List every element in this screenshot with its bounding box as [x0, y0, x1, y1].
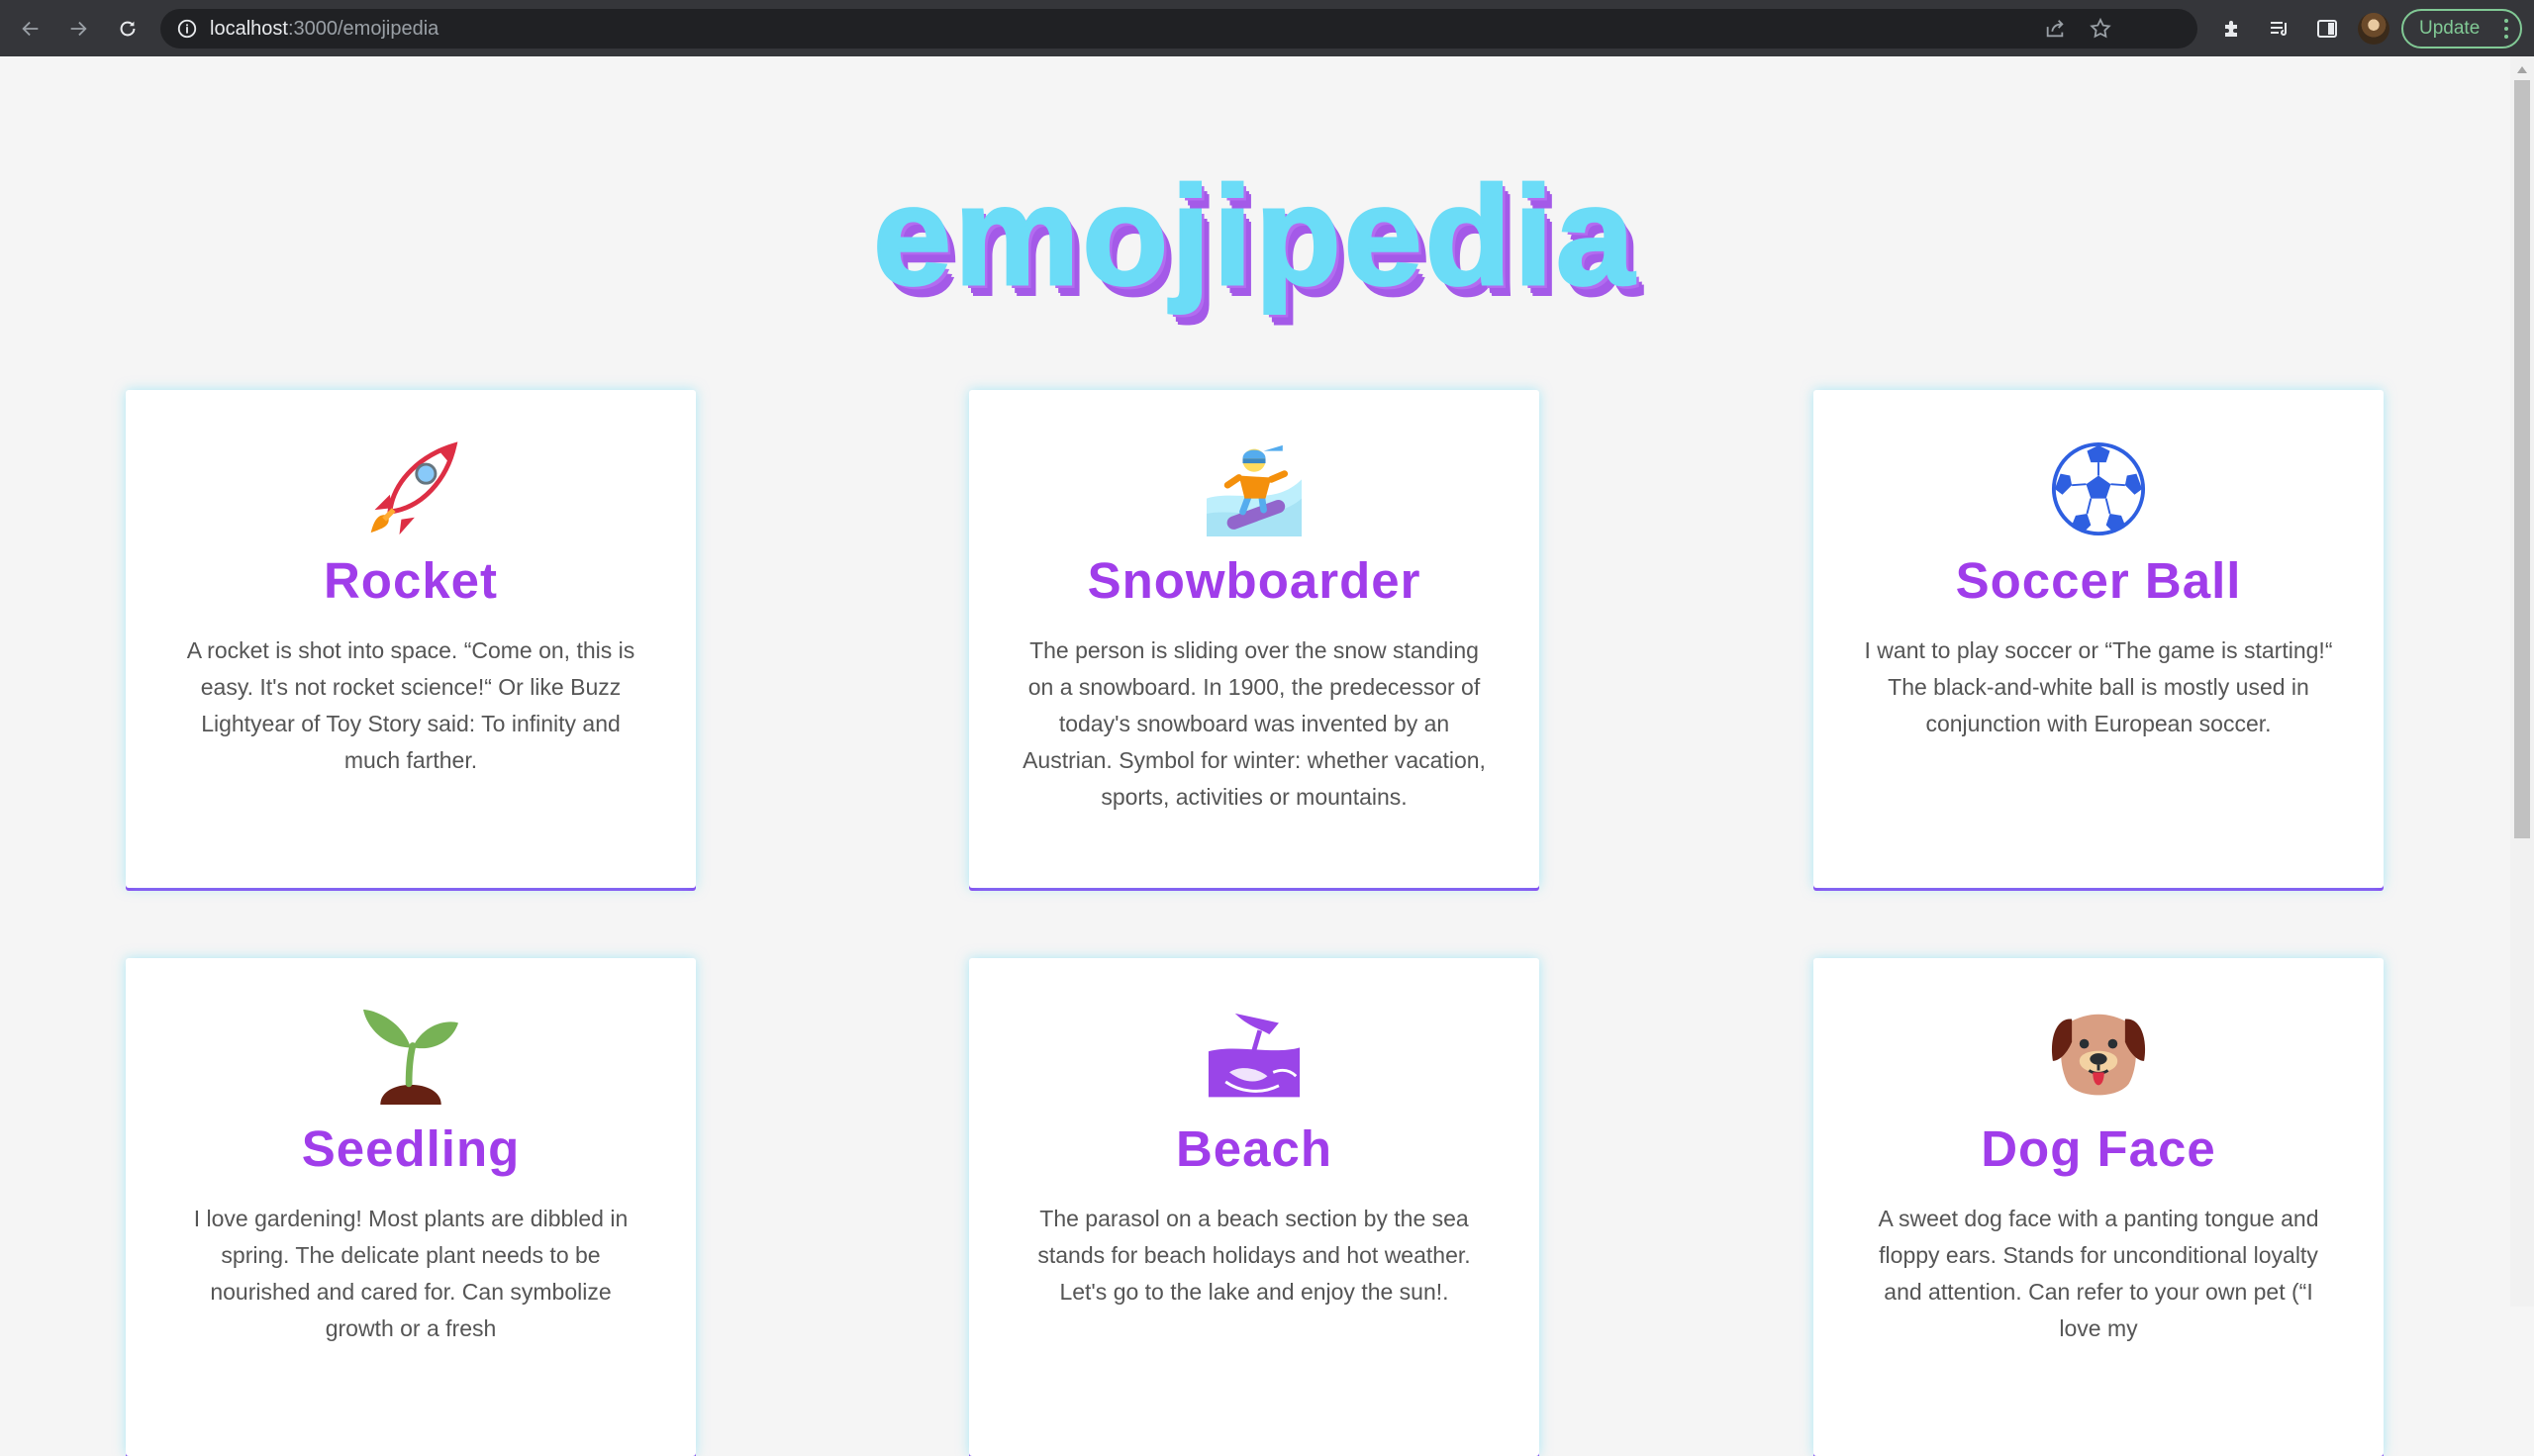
media-queue-icon[interactable] [2263, 12, 2296, 46]
url-path: :3000/emojipedia [287, 18, 439, 40]
site-info-icon[interactable] [176, 18, 198, 45]
card-description: I love gardening! Most plants are dibble… [193, 1206, 629, 1341]
card-title: Rocket [323, 552, 499, 609]
card-description: A sweet dog face with a panting tongue a… [1878, 1206, 2319, 1341]
url-host: localhost [210, 18, 288, 40]
card-title: Snowboarder [1087, 552, 1421, 609]
emoji-card-dog-face: Dog Face A sweet dog face with a panting… [1813, 958, 2384, 1456]
emoji-card-beach: Beach The parasol on a beach section by … [969, 958, 1539, 1456]
card-description: The person is sliding over the snow stan… [1023, 637, 1486, 810]
page-title: emojipedia [872, 157, 1637, 315]
forward-button[interactable] [61, 12, 95, 46]
arrow-right-icon [70, 21, 87, 37]
side-panel-icon[interactable] [2310, 12, 2344, 46]
rocket-icon [370, 441, 458, 535]
emoji-card-rocket: Rocket A rocket is shot into space. “Com… [126, 390, 696, 888]
bookmark-star-icon[interactable] [2089, 17, 2112, 46]
update-button[interactable]: Update [2401, 9, 2522, 49]
seedling-icon [363, 1010, 458, 1105]
page-scrollbar[interactable] [2510, 56, 2534, 1307]
card-description: A rocket is shot into space. “Come on, t… [186, 637, 635, 773]
reload-button[interactable] [111, 12, 145, 46]
reload-icon [120, 21, 136, 37]
card-title: Beach [1175, 1120, 1333, 1177]
profile-avatar[interactable] [2358, 13, 2389, 45]
card-description: The parasol on a beach section by the se… [1037, 1206, 1471, 1305]
card-title: Soccer Ball [1955, 552, 2242, 609]
dog-face-icon [2051, 1014, 2146, 1096]
emoji-card-seedling: Seedling I love gardening! Most plants a… [126, 958, 696, 1456]
beach-icon [1208, 1013, 1301, 1098]
soccer-ball-icon [2051, 441, 2146, 536]
card-title: Seedling [301, 1120, 521, 1177]
share-icon[interactable] [2043, 18, 2067, 45]
arrow-left-icon [22, 21, 39, 37]
emoji-card-soccer-ball: Soccer Ball I want to play soccer or “Th… [1813, 390, 2384, 888]
back-button[interactable] [14, 12, 48, 46]
scrollbar-thumb[interactable] [2514, 80, 2530, 838]
scroll-up-arrow-icon[interactable] [2517, 66, 2527, 73]
browser-toolbar: localhost:3000/emojipedia Update [0, 0, 2534, 56]
emoji-card-snowboarder: Snowboarder The person is sliding over t… [969, 390, 1539, 888]
snowboarder-icon [1207, 444, 1302, 536]
update-label: Update [2419, 18, 2481, 39]
card-description: I want to play soccer or “The game is st… [1864, 637, 2333, 736]
more-vert-icon [2504, 19, 2508, 43]
address-bar[interactable]: localhost:3000/emojipedia [160, 9, 2197, 49]
url-text: localhost:3000/emojipedia [210, 9, 439, 49]
extensions-puzzle-icon[interactable] [2215, 12, 2249, 46]
card-title: Dog Face [1981, 1120, 2216, 1177]
